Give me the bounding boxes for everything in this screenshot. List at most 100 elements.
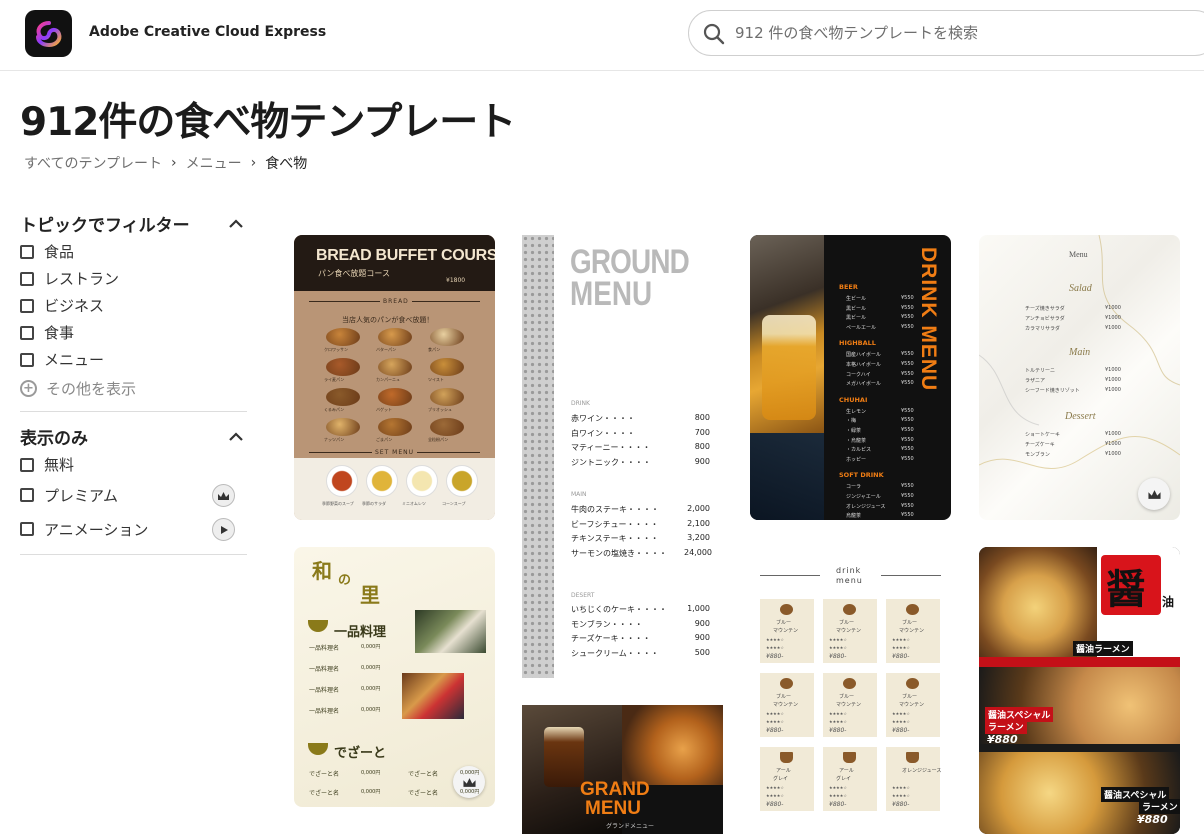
app-header: Adobe Creative Cloud Express [0,0,1204,71]
menu-item-name: マウンテン [836,702,862,708]
menu-item-name: ・緑茶 [846,428,862,434]
adobe-cc-express-logo[interactable] [25,10,72,57]
menu-item-name: ブルー [902,620,918,626]
filter-business[interactable]: ビジネス [20,292,247,319]
template-card-drink-menu[interactable]: DRINK MENU BEER 生ビール ¥550 黒ビール ¥550 黒ビール ¥550 ペ… [750,235,951,520]
card-title: MENU [585,798,641,819]
menu-item-name: コーラ [846,484,862,491]
card-subtitle: パン食べ放題コース [318,269,390,278]
coffee-icon [780,604,793,615]
filter-label: 無料 [44,456,75,474]
template-card-ground-menu[interactable]: GROUND MENU DRINK MAIN DESERT 赤ワイン・・・・ 80… [522,235,723,678]
template-card-bread-buffet[interactable]: BREAD BUFFET COURSE パン食べ放題コース ¥1800 BREA… [294,235,495,520]
checkbox[interactable] [20,244,34,259]
filter-animation[interactable]: アニメーション [20,512,247,546]
section-heading: DRINK [571,400,590,407]
bread-name: ライ麦パン [324,377,345,382]
menu-item-name: マウンテン [773,702,799,708]
show-only-header[interactable]: 表示のみ [20,421,247,451]
menu-item-name: メガハイボール [846,381,881,388]
menu-item-price: ¥550 [901,314,914,321]
filter-sidebar: トピックでフィルター 食品 レストラン ビジネス 食事 メニュー + その他を表示… [20,208,247,564]
checkbox[interactable] [20,298,34,313]
card-title-char: の [338,573,352,588]
filter-free[interactable]: 無料 [20,451,247,478]
card-title-char: 里 [360,583,380,607]
bread-name: バターパン [376,347,397,352]
template-card-marble-menu[interactable]: Menu Salad Main Dessert チーズ焼きサラダ ¥1000 アンチ… [979,235,1180,520]
menu-item-name: でざーと名 [309,771,340,778]
filter-restaurant[interactable]: レストラン [20,265,247,292]
bread-image [378,358,412,376]
checkbox[interactable] [20,488,34,502]
menu-item-price: ¥1000 [1105,367,1121,373]
premium-crown-badge [1138,478,1170,510]
menu-item-price: ¥1000 [1105,387,1121,393]
checkbox[interactable] [20,352,34,367]
section-label: SET MENU [372,449,418,456]
card-lead: 当店人気のパンが食べ放題！ [342,316,434,324]
menu-item-name: 一品料理名 [309,645,340,652]
menu-item-price: ¥880- [892,801,910,808]
checkbox[interactable] [20,522,34,536]
filter-meal[interactable]: 食事 [20,319,247,346]
card-price: ¥1800 [446,277,466,284]
menu-item-price: ¥880- [892,727,910,734]
filter-label: ビジネス [44,297,105,315]
template-card-grand-menu[interactable]: GRAND MENU グランドメニュー [522,705,723,834]
search-box[interactable] [688,10,1204,56]
page-title: 912件の食べ物テンプレート [20,100,516,145]
menu-item-price: 2,000 [687,504,710,513]
menu-item-name: 本格ハイボール [846,362,881,368]
menu-item-price: 800 [694,442,710,451]
card-title: DRINK MENU [917,247,940,392]
template-card-wa-no-sato[interactable]: 和 の 里 一品料理 でざーと 一品料理名 0,000円 一品料理名 0,000円 一品… [294,547,495,807]
set-menu-image [446,465,478,497]
card-title: menu [836,576,863,585]
topic-filter-header[interactable]: トピックでフィルター [20,208,247,238]
section-heading: Dessert [1065,411,1096,422]
section-heading: 一品料理 [334,625,387,640]
section-heading: MAIN [571,491,587,498]
breadcrumb-menu[interactable]: メニュー [186,153,242,173]
divider [20,411,247,412]
bar-photo [750,433,824,520]
show-more-button[interactable]: + その他を表示 [20,373,247,403]
checkbox[interactable] [20,457,34,472]
filter-menu[interactable]: メニュー [20,346,247,373]
menu-item-price: 0,000円 [361,686,381,692]
bread-name: クロワッサン [324,347,348,352]
menu-item-name: ・烏龍茶 [846,437,867,444]
template-card-ramen[interactable]: 醤 油 醤油ラーメン ¥880 醤油スペシャル ラーメン ¥880 醤油スペシャ… [979,547,1180,834]
menu-item-rating: ★★★★☆ [829,719,847,724]
menu-item-name: 生レモン [846,408,867,415]
section-heading: DESERT [571,592,595,599]
chevron-up-icon[interactable] [225,212,247,234]
checkbox[interactable] [20,325,34,340]
filter-food[interactable]: 食品 [20,238,247,265]
menu-item-price: ¥880 [1139,642,1170,655]
checkbox[interactable] [20,271,34,286]
menu-item-price: ¥550 [901,370,914,377]
menu-item-name: ・梅 [846,418,857,425]
menu-item-price: 0,000円 [460,770,480,776]
coffee-icon [906,604,919,615]
chevron-up-icon[interactable] [225,425,247,447]
menu-item-price: 0,000円 [361,789,381,795]
set-menu-image [326,465,358,497]
filter-premium[interactable]: プレミアム [20,478,247,512]
menu-item-price: 0,000円 [361,707,381,713]
menu-item-name: シュークリーム・・・・ [571,648,659,658]
coffee-icon [780,752,793,763]
menu-item-name: 牛肉のステーキ・・・・ [571,505,659,514]
menu-item-price: ¥880- [829,653,847,660]
search-input[interactable] [735,22,1195,44]
crown-icon [212,484,235,507]
menu-item-name: コークハイ [846,371,871,378]
bread-name: 食パン [428,347,441,352]
template-card-cafe-drink-menu[interactable]: drink menu ブルー マウンテン ★★★★☆ ★★★★☆ ¥880- ブルー マウン… [750,547,951,822]
menu-item-name: 黒ビール [846,305,867,312]
app-name[interactable]: Adobe Creative Cloud Express [89,24,326,40]
menu-item-price: 900 [694,618,710,628]
breadcrumb-all-templates[interactable]: すべてのテンプレート [24,153,162,173]
